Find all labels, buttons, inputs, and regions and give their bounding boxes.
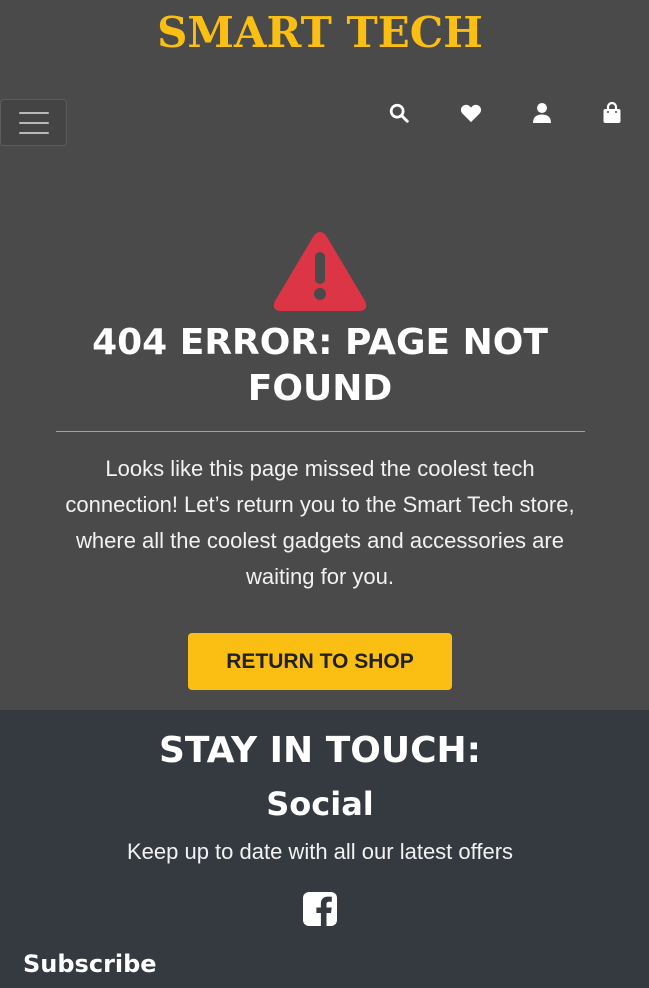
site-footer: STAY IN TOUCH: Social Keep up to date wi…	[0, 710, 649, 988]
search-button[interactable]	[386, 100, 412, 126]
footer-heading: STAY IN TOUCH:	[158, 730, 482, 771]
warning-triangle-icon	[273, 232, 367, 311]
site-header: SMART TECH	[0, 0, 649, 180]
error-message: Looks like this page missed the coolest …	[65, 456, 575, 589]
social-text: Keep up to date with all our latest offe…	[126, 839, 514, 864]
wishlist-button[interactable]	[458, 100, 484, 126]
shopping-bag-icon	[603, 102, 621, 123]
heart-icon	[460, 104, 482, 123]
error-section: 404 ERROR: PAGE NOT FOUND Looks like thi…	[0, 180, 649, 710]
error-title: 404 ERROR: PAGE NOT FOUND	[92, 322, 548, 409]
facebook-icon	[303, 892, 337, 926]
return-to-shop-button[interactable]: RETURN TO SHOP	[188, 633, 452, 690]
subscribe-heading: Subscribe	[23, 950, 157, 978]
facebook-link[interactable]	[303, 892, 337, 931]
social-heading: Social	[266, 785, 374, 823]
brand-logo[interactable]: SMART TECH	[0, 8, 640, 57]
nav-toggle-button[interactable]	[0, 99, 67, 146]
divider	[56, 431, 585, 432]
user-icon	[533, 103, 551, 123]
account-button[interactable]	[529, 100, 555, 126]
cart-button[interactable]	[599, 100, 625, 126]
search-icon	[389, 103, 409, 123]
